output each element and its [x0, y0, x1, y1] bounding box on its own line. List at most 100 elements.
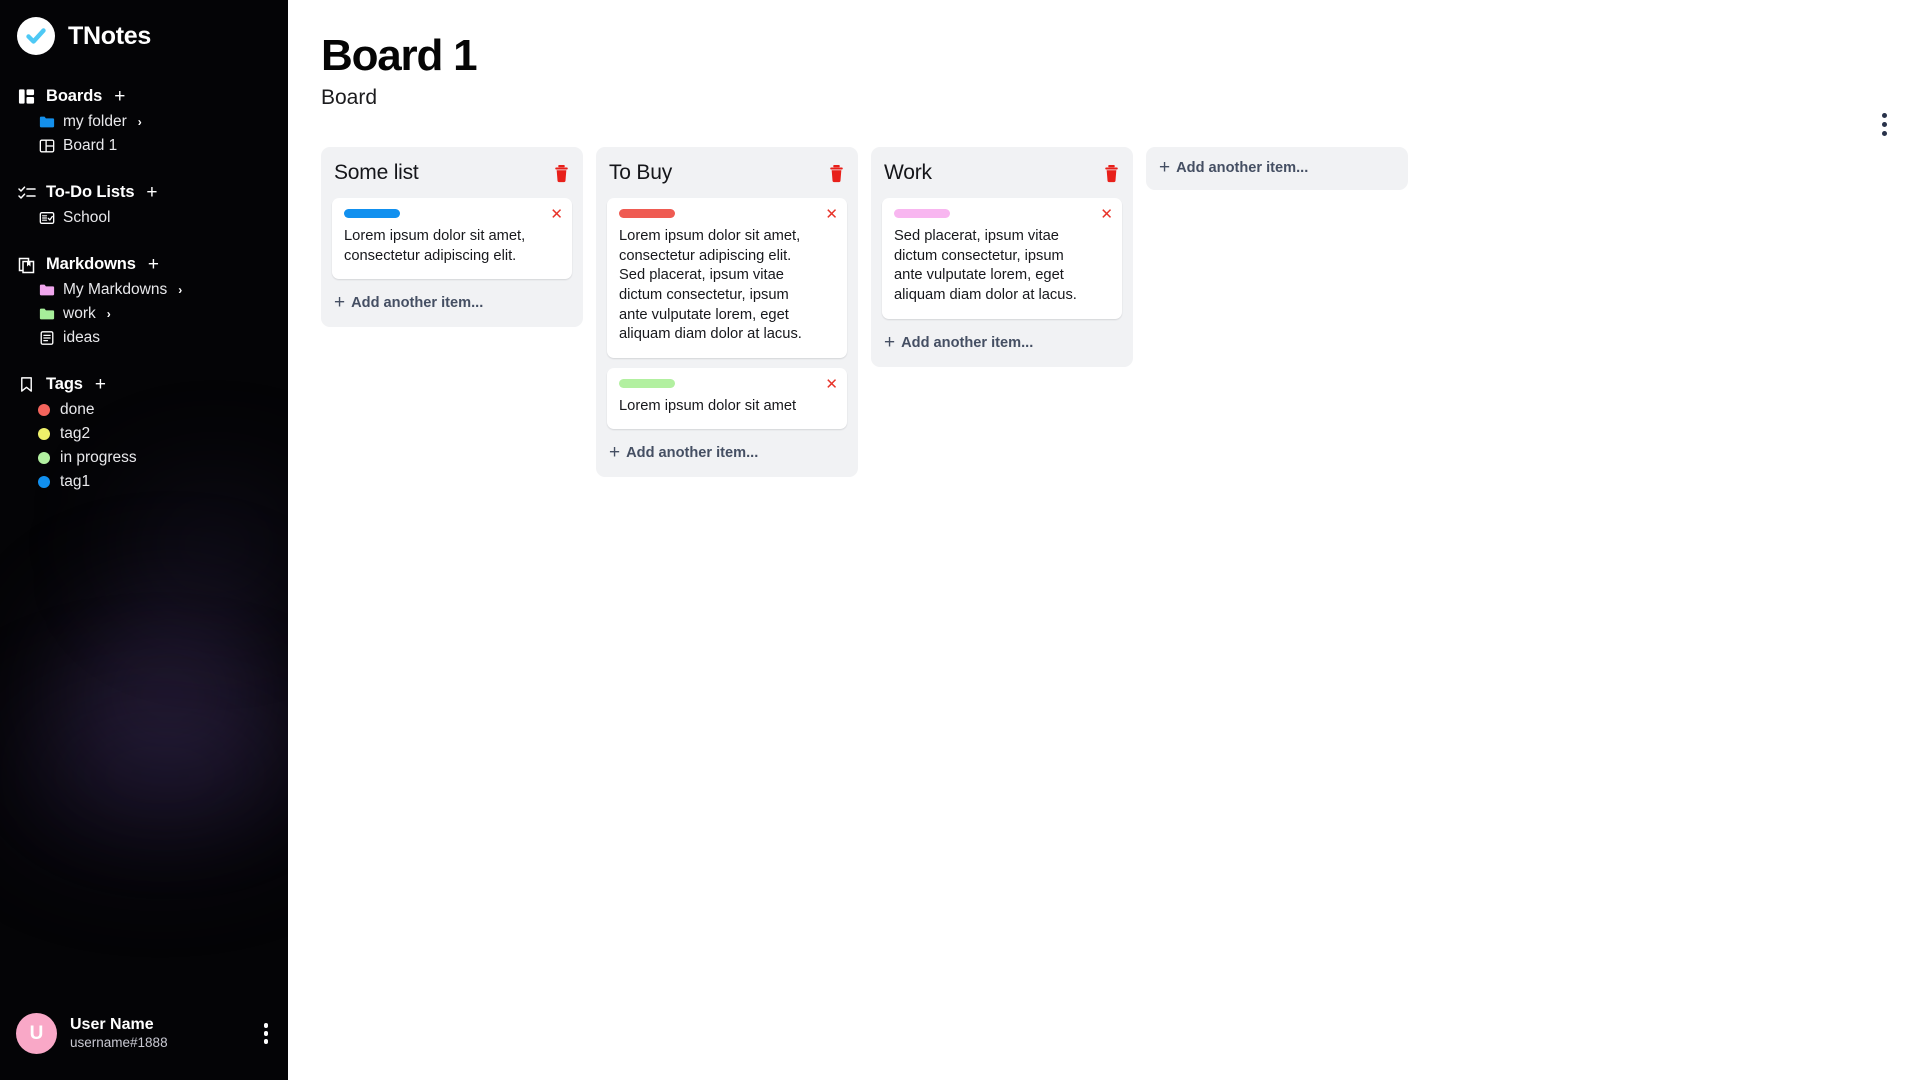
sidebar-section-header-todo-lists[interactable]: To-Do Lists + [0, 181, 288, 206]
sidebar-tag-tag2[interactable]: tag2 [0, 422, 288, 446]
list-header: Some list [332, 158, 572, 198]
sidebar-item-label: my folder [63, 113, 127, 130]
add-tag-button[interactable]: + [95, 375, 106, 394]
sidebar-nav: Boards + my folder › Board 1 To-Do Lists… [0, 85, 288, 494]
sidebar-item-label: ideas [63, 329, 101, 346]
sidebar-item-label: School [63, 209, 111, 226]
layout-columns-icon [17, 87, 36, 106]
sidebar-section-label: Tags [46, 375, 83, 393]
sidebar-tag-tag1[interactable]: tag1 [0, 470, 288, 494]
board-icon [38, 138, 55, 155]
user-name: User Name [70, 1016, 154, 1034]
list-title: To Buy [609, 161, 672, 185]
bookmark-icon [17, 375, 36, 394]
add-board-button[interactable]: + [114, 87, 125, 106]
sidebar-item-my-folder[interactable]: my folder › [0, 110, 288, 134]
add-item-button[interactable]: + Add another item... [332, 289, 572, 314]
tag-label: tag2 [60, 425, 91, 442]
kebab-menu-icon[interactable] [260, 1019, 273, 1048]
add-markdown-button[interactable]: + [148, 255, 159, 274]
card-label-pill [344, 209, 400, 219]
add-list-button[interactable]: + Add another item... [1157, 158, 1397, 179]
board-list-to-buy: To Buy Lorem ipsum dolor sit amet, conse… [596, 147, 858, 478]
sidebar-item-board-1[interactable]: Board 1 [0, 134, 288, 158]
list-title: Some list [334, 161, 419, 185]
sidebar-content: TNotes Boards + my folder › Board 1 To-D… [0, 0, 288, 517]
sidebar-item-label: work [63, 305, 96, 322]
sidebar-section-todo-lists: To-Do Lists + School [0, 181, 288, 230]
plus-icon: + [884, 331, 896, 353]
board-header: Board 1 Board [288, 0, 1920, 110]
sidebar-section-header-markdowns[interactable]: Markdowns + [0, 253, 288, 278]
list-title: Work [884, 161, 932, 185]
sidebar-section-tags: Tags + done tag2 in progress tag1 [0, 373, 288, 494]
sidebar-item-my-markdowns[interactable]: My Markdowns › [0, 278, 288, 302]
checklist-icon [17, 183, 36, 202]
sidebar-item-ideas[interactable]: ideas [0, 326, 288, 350]
card-text: Sed placerat, ipsum vitae dictum consect… [894, 228, 1077, 304]
add-list-label: Add another item... [1176, 160, 1309, 177]
sidebar-section-markdowns: Markdowns + My Markdowns › work › ideas [0, 253, 288, 350]
user-profile-bar[interactable]: U User Name username#1888 [0, 1013, 288, 1080]
add-item-label: Add another item... [901, 334, 1034, 351]
plus-icon: + [609, 442, 621, 464]
app-root: TNotes Boards + my folder › Board 1 To-D… [0, 0, 1920, 1080]
close-icon[interactable]: ✕ [1100, 207, 1113, 222]
card-label-pill [619, 378, 675, 388]
sidebar-section-boards: Boards + my folder › Board 1 [0, 85, 288, 158]
card-text: Lorem ipsum dolor sit amet, consectetur … [344, 228, 526, 264]
sidebar-item-work[interactable]: work › [0, 302, 288, 326]
todo-list-icon [38, 210, 55, 227]
main-content: Board 1 Board Some list Lorem ipsum dolo… [288, 0, 1920, 1080]
chevron-right-icon[interactable]: › [138, 115, 142, 129]
list-card[interactable]: Lorem ipsum dolor sit amet, consectetur … [332, 198, 572, 280]
brand[interactable]: TNotes [0, 0, 288, 55]
chevron-right-icon[interactable]: › [107, 307, 111, 321]
markdown-stack-icon [17, 255, 36, 274]
add-item-label: Add another item... [351, 295, 484, 312]
list-card[interactable]: Sed placerat, ipsum vitae dictum consect… [882, 198, 1122, 319]
add-list-column[interactable]: + Add another item... [1146, 147, 1408, 191]
user-meta: User Name username#1888 [70, 1015, 247, 1052]
list-card[interactable]: Lorem ipsum dolor sit amet, consectetur … [607, 198, 847, 358]
card-text: Lorem ipsum dolor sit amet [619, 397, 797, 414]
tag-color-dot [38, 452, 50, 464]
sidebar-section-label: Markdowns [46, 255, 136, 273]
tag-label: done [60, 401, 95, 418]
chevron-right-icon[interactable]: › [178, 283, 182, 297]
kebab-menu-icon[interactable] [1877, 108, 1892, 141]
close-icon[interactable]: ✕ [825, 377, 838, 392]
list-card[interactable]: Lorem ipsum dolor sit amet ✕ [607, 367, 847, 430]
tag-label: in progress [60, 449, 137, 466]
avatar: U [16, 1013, 57, 1054]
trash-icon[interactable] [553, 164, 570, 183]
board-list-work: Work Sed placerat, ipsum vitae dictum co… [871, 147, 1133, 367]
sidebar-tag-done[interactable]: done [0, 398, 288, 422]
trash-icon[interactable] [1103, 164, 1120, 183]
sidebar-glow-decoration [55, 600, 285, 790]
sidebar-item-school[interactable]: School [0, 206, 288, 230]
sidebar: TNotes Boards + my folder › Board 1 To-D… [0, 0, 288, 1080]
sidebar-section-header-tags[interactable]: Tags + [0, 373, 288, 398]
card-label-pill [894, 209, 950, 219]
tag-label: tag1 [60, 473, 91, 490]
check-circle-icon [17, 17, 55, 55]
plus-icon: + [1159, 157, 1171, 179]
close-icon[interactable]: ✕ [550, 207, 563, 222]
tag-color-dot [38, 476, 50, 488]
add-item-button[interactable]: + Add another item... [607, 439, 847, 464]
page-subtitle: Board [321, 86, 378, 110]
sidebar-section-label: To-Do Lists [46, 183, 135, 201]
add-todo-list-button[interactable]: + [146, 183, 157, 202]
add-item-label: Add another item... [626, 445, 759, 462]
page-title: Board 1 [321, 31, 478, 80]
add-item-button[interactable]: + Add another item... [882, 329, 1122, 354]
tag-color-dot [38, 404, 50, 416]
plus-icon: + [334, 292, 346, 314]
card-text: Lorem ipsum dolor sit amet, consectetur … [619, 228, 802, 343]
close-icon[interactable]: ✕ [825, 207, 838, 222]
tag-color-dot [38, 428, 50, 440]
trash-icon[interactable] [828, 164, 845, 183]
sidebar-tag-in-progress[interactable]: in progress [0, 446, 288, 470]
sidebar-section-header-boards[interactable]: Boards + [0, 85, 288, 110]
